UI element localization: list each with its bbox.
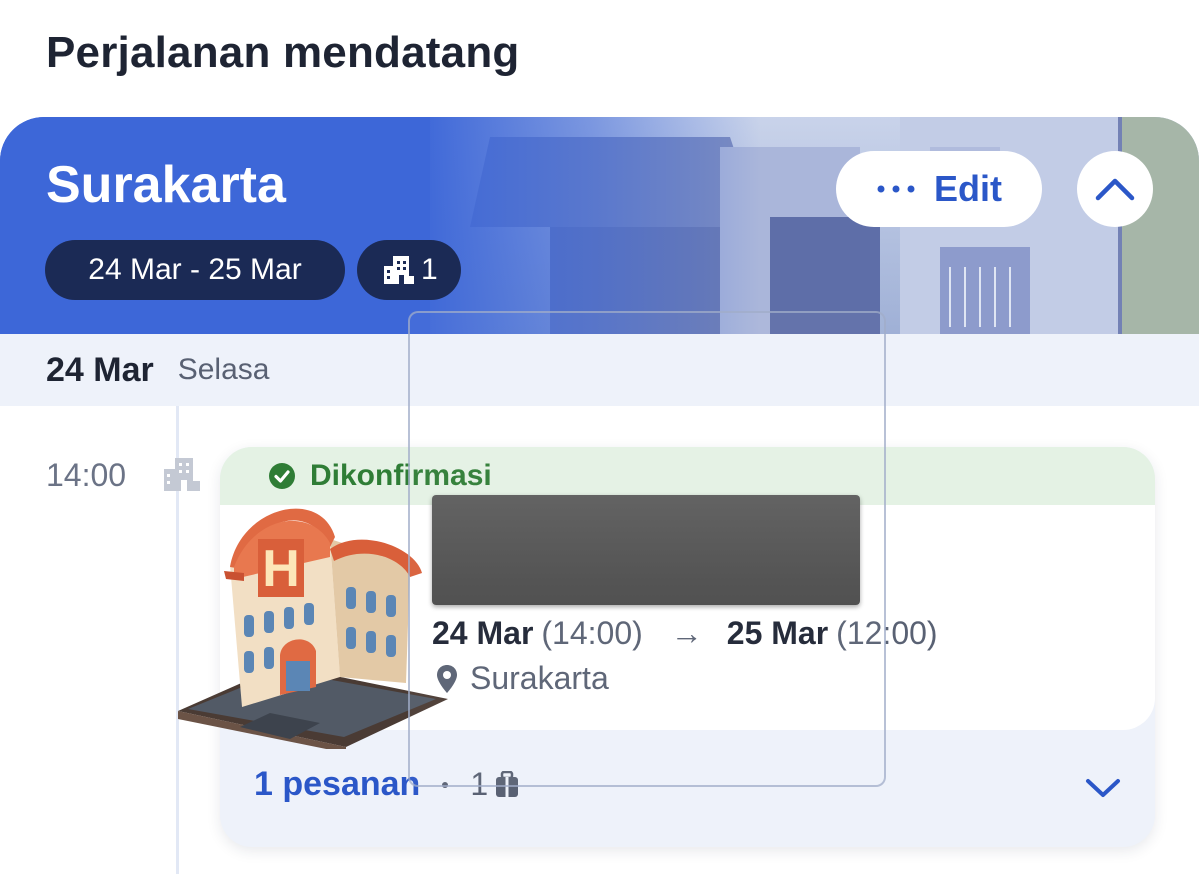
trip-bookings-count: 1 (421, 253, 438, 286)
orders-count-link[interactable]: 1 pesanan (254, 765, 420, 804)
trip-dates-chip: 24 Mar - 25 Mar (45, 240, 345, 300)
hotel-building-icon (384, 256, 414, 284)
collapse-trip-button[interactable] (1077, 151, 1153, 227)
day-weekday: Selasa (177, 353, 270, 386)
edit-trip-button[interactable]: Edit (836, 151, 1042, 227)
event-time: 14:00 (46, 457, 127, 493)
page-title: Perjalanan mendatang (46, 28, 520, 77)
edit-button-label: Edit (934, 168, 1002, 209)
chevron-up-icon (1095, 178, 1135, 201)
trip-banner[interactable]: Surakarta 24 Mar - 25 Mar 1 Edit (0, 117, 1199, 334)
trip-bookings-chip: 1 (357, 240, 461, 300)
trip-dates-text: 24 Mar - 25 Mar (88, 253, 302, 286)
banner-gradient (0, 117, 760, 334)
overlay-frame (408, 311, 886, 787)
check-circle-icon (269, 463, 295, 489)
more-dots-icon (877, 185, 915, 193)
day-date: 24 Mar (46, 350, 154, 389)
chevron-down-icon[interactable] (1085, 777, 1121, 799)
svg-text:H: H (262, 540, 300, 598)
trip-city-title: Surakarta (46, 156, 286, 214)
